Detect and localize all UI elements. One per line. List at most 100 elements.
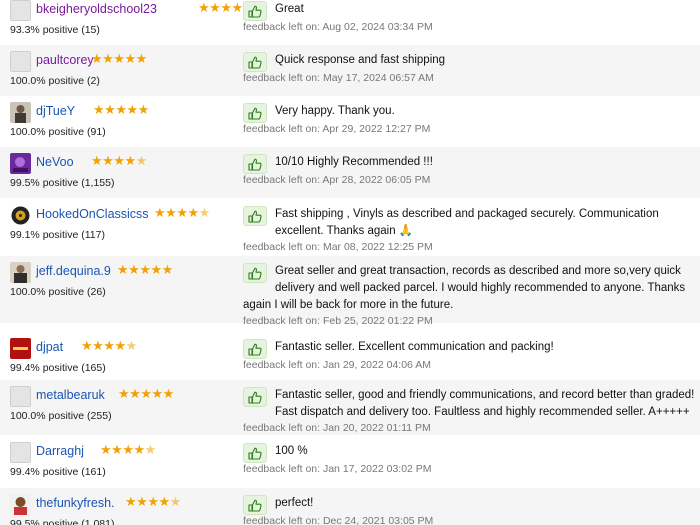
avatar[interactable] [10, 386, 31, 407]
feedback-body: Fast shipping , Vinyls as described and … [243, 206, 695, 253]
feedback-row: HookedOnClassicss ★★★★★ 99.1% positive (11… [0, 199, 700, 254]
star-icon: ★ [151, 386, 163, 401]
thumbs-up-icon [243, 103, 267, 123]
positive-score: 100.0% positive (26) [10, 286, 106, 298]
feedback-comment: Fantastic seller. Excellent communicatio… [275, 341, 554, 353]
star-rating: ★★★★★ [154, 205, 210, 221]
feedback-row: jeff.dequina.9 ★★★★★ 100.0% positive (26) G… [0, 256, 700, 327]
feedback-comment: perfect! [275, 497, 314, 509]
star-icon: ★ [92, 338, 104, 353]
feedback-comment: Great seller and great transaction, reco… [243, 265, 686, 311]
feedback-row: djTueY ★★★★★ 100.0% positive (91) Very happ… [0, 96, 700, 147]
star-icon: ★ [147, 494, 159, 509]
avatar[interactable] [10, 442, 31, 463]
feedback-comment: Fast shipping , Vinyls as described and … [275, 208, 659, 237]
star-icon: ★ [165, 205, 177, 220]
avatar[interactable] [10, 494, 31, 515]
feedback-body: 100 % feedback left on: Jan 17, 2022 03:0… [243, 443, 695, 475]
star-rating: ★★★★★ [91, 153, 147, 169]
star-icon: ★ [144, 442, 157, 457]
star-icon: ★ [154, 205, 166, 220]
positive-score: 99.4% positive (161) [10, 466, 106, 478]
star-icon: ★ [135, 51, 148, 66]
star-icon: ★ [140, 386, 152, 401]
star-icon: ★ [137, 102, 150, 117]
positive-score: 99.5% positive (1,155) [10, 177, 115, 189]
avatar[interactable] [10, 51, 31, 72]
positive-score: 99.4% positive (165) [10, 362, 106, 374]
star-icon: ★ [100, 442, 112, 457]
feedback-comment: Very happy. Thank you. [275, 105, 395, 117]
feedback-date: feedback left on: Jan 17, 2022 03:02 PM [243, 463, 432, 475]
star-icon: ★ [113, 51, 125, 66]
username-link[interactable]: bkeigheryoldschool23 [36, 2, 157, 16]
feedback-comment: Fantastic seller, good and friendly comm… [275, 389, 695, 418]
avatar[interactable] [10, 205, 31, 226]
username-link[interactable]: HookedOnClassicss [36, 207, 149, 221]
positive-score: 100.0% positive (2) [10, 75, 100, 87]
feedback-row: paultcorey ★★★★★ 100.0% positive (2) Quick … [0, 45, 700, 96]
feedback-body: Quick response and fast shipping feedback… [243, 52, 695, 84]
star-icon: ★ [231, 0, 243, 15]
thumbs-up-icon [243, 339, 267, 359]
thumbs-up-icon [243, 443, 267, 463]
feedback-row: Darraghj ★★★★★ 99.4% positive (161) 100 % fe… [0, 436, 700, 487]
username-link[interactable]: thefunkyfresh. [36, 496, 115, 510]
feedback-body: Fantastic seller. Excellent communicatio… [243, 339, 695, 371]
star-rating: ★★★★★ [93, 102, 149, 118]
avatar[interactable] [10, 338, 31, 359]
feedback-row: bkeigheryoldschool23★★★★★93.3% positive … [0, 0, 700, 45]
star-icon: ★ [102, 153, 114, 168]
avatar[interactable] [10, 262, 31, 283]
star-icon: ★ [91, 51, 103, 66]
avatar[interactable] [10, 0, 31, 21]
username-link[interactable]: jeff.dequina.9 [36, 264, 111, 278]
feedback-row: metalbearuk ★★★★★ 100.0% positive (255) Fan… [0, 380, 700, 435]
star-icon: ★ [104, 102, 116, 117]
username-link[interactable]: Darraghj [36, 444, 84, 458]
positive-score: 99.5% positive (1,081) [10, 518, 115, 525]
star-icon: ★ [81, 338, 93, 353]
star-icon: ★ [129, 386, 141, 401]
star-icon: ★ [115, 102, 127, 117]
star-rating: ★★★★★ [91, 51, 147, 67]
feedback-date: feedback left on: May 17, 2024 06:57 AM [243, 72, 434, 84]
username-link[interactable]: metalbearuk [36, 388, 105, 402]
star-icon: ★ [139, 262, 151, 277]
star-rating: ★★★★★ [117, 262, 173, 278]
username-link[interactable]: djpat [36, 340, 63, 354]
avatar[interactable] [10, 153, 31, 174]
star-icon: ★ [133, 442, 145, 457]
star-icon: ★ [220, 0, 232, 15]
star-icon: ★ [113, 153, 125, 168]
positive-score: 100.0% positive (91) [10, 126, 106, 138]
star-icon: ★ [103, 338, 115, 353]
feedback-date: feedback left on: Aug 02, 2024 03:34 PM [243, 21, 433, 33]
star-icon: ★ [135, 153, 148, 168]
feedback-row: djpat ★★★★★ 99.4% positive (165) Fantastic … [0, 332, 700, 383]
feedback-comment: Great [275, 3, 304, 15]
star-icon: ★ [122, 442, 134, 457]
star-icon: ★ [187, 205, 199, 220]
thumbs-up-icon [243, 154, 267, 174]
star-icon: ★ [117, 262, 129, 277]
star-icon: ★ [161, 262, 174, 277]
thumbs-up-icon [243, 263, 267, 283]
feedback-row: thefunkyfresh. ★★★★★ 99.5% positive (1,081… [0, 488, 700, 525]
avatar[interactable] [10, 102, 31, 123]
feedback-comment: 10/10 Highly Recommended !!! [275, 156, 433, 168]
star-icon: ★ [150, 262, 162, 277]
username-link[interactable]: paultcorey [36, 53, 94, 67]
thumbs-up-icon [243, 387, 267, 407]
feedback-body: Great seller and great transaction, reco… [243, 263, 695, 327]
star-icon: ★ [93, 102, 105, 117]
star-icon: ★ [176, 205, 188, 220]
star-icon: ★ [158, 494, 170, 509]
star-icon: ★ [114, 338, 126, 353]
feedback-comment: Quick response and fast shipping [275, 54, 446, 66]
feedback-date: feedback left on: Jan 29, 2022 04:06 AM [243, 359, 431, 371]
username-link[interactable]: NeVoo [36, 155, 74, 169]
username-link[interactable]: djTueY [36, 104, 75, 118]
thumbs-up-icon [243, 52, 267, 72]
star-icon: ★ [169, 494, 182, 509]
